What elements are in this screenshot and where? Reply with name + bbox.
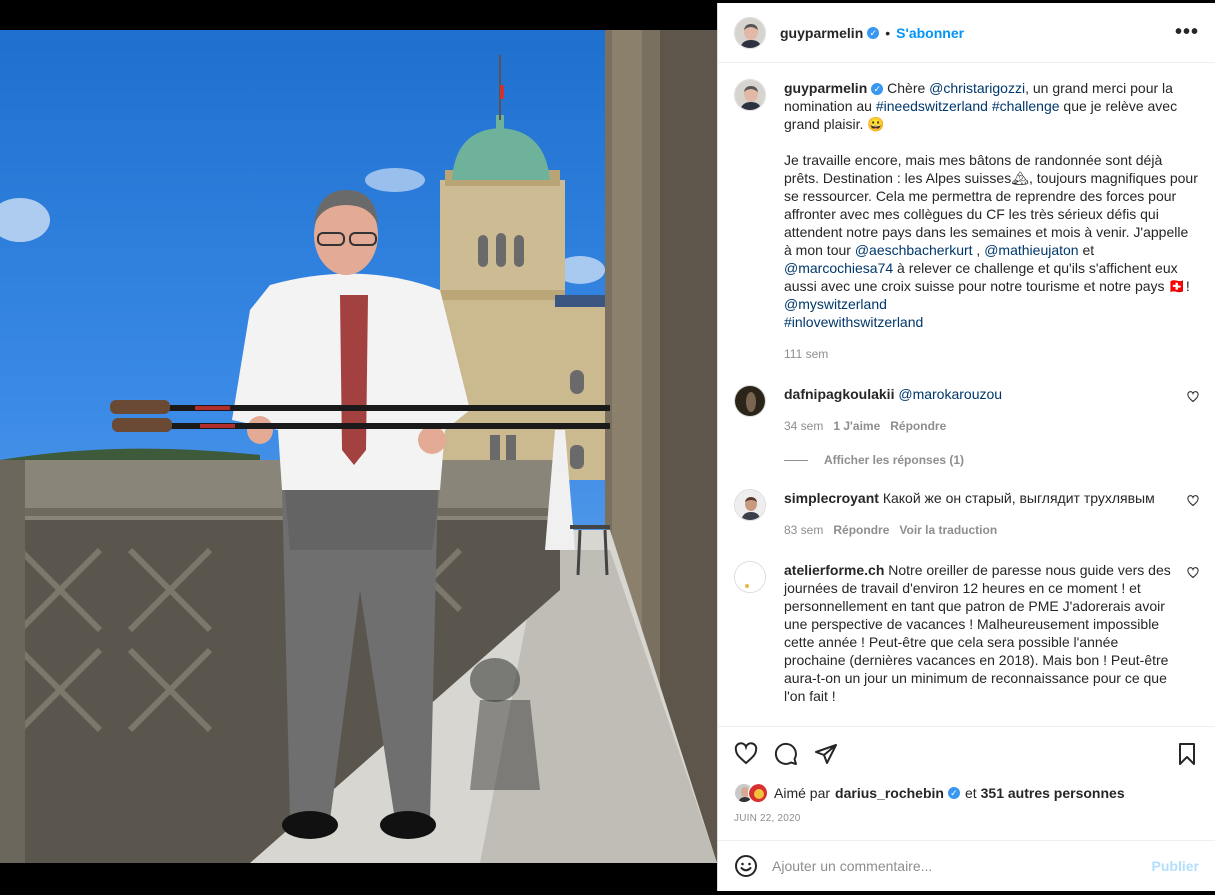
caption-timestamp[interactable]: 111 sem [784,345,1199,363]
post-actions: Aimé par darius_rochebin ✓ et 351 autres… [718,726,1215,840]
comment-item: dafnipagkoulakii @marokarouzou 34 sem 1 J… [734,385,1199,435]
comment-likes[interactable]: 1 J'aime [833,419,880,433]
post-photo[interactable] [0,30,717,863]
comment-item: atelierforme.ch Notre oreiller de paress… [734,561,1199,705]
avatar-image [735,386,765,416]
liked-by-user[interactable]: darius_rochebin [835,785,944,801]
reply-button[interactable]: Répondre [890,419,946,433]
commenter-username[interactable]: atelierforme.ch [784,562,884,578]
verified-badge-icon: ✓ [867,26,880,39]
hashtag-inlovewithswitzerland[interactable]: #inlovewithswitzerland [784,314,923,330]
view-replies-label: Afficher les réponses (1) [824,453,965,467]
comment-time[interactable]: 83 sem [784,523,823,537]
avatar-image [735,490,765,520]
caption: guyparmelin ✓ Chère @christarigozzi, un g… [734,79,1199,363]
comment-body: dafnipagkoulakii @marokarouzou 34 sem 1 J… [784,385,1199,435]
liked-by: Aimé par darius_rochebin ✓ et 351 autres… [734,783,1199,803]
comment-like-heart-icon[interactable] [1187,495,1199,507]
hashtag-challenge[interactable]: #challenge [992,98,1060,114]
action-icons [734,739,1199,769]
commenter-avatar[interactable] [734,489,766,521]
comment-time[interactable]: 34 sem [784,419,823,433]
avatar-image [735,80,765,110]
more-options-icon[interactable]: ••• [1175,21,1199,44]
reply-button[interactable]: Répondre [833,523,889,537]
avatar-image [749,784,767,802]
mention-mathieujaton[interactable]: @mathieujaton [984,242,1078,258]
comment-item: simplecroyant Какой же он старый, выгляд… [734,489,1199,539]
post-header: guyparmelin ✓ • S'abonner ••• [718,3,1215,63]
follow-button[interactable]: S'abonner [896,25,964,41]
verified-badge-icon: ✓ [871,83,884,96]
commenter-username[interactable]: simplecroyant [784,490,879,506]
comment-meta: 34 sem 1 J'aime Répondre [784,417,1171,435]
caption-paragraph-2: Je travaille encore, mais mes bâtons de … [784,151,1199,331]
post-date[interactable]: JUIN 22, 2020 [734,813,1199,824]
add-comment-bar: Publier [718,840,1215,891]
like-heart-icon[interactable] [734,742,758,766]
mention-christarigozzi[interactable]: @christarigozzi [929,80,1025,96]
liked-by-prefix: Aimé par [774,785,831,801]
verified-badge-icon: ✓ [947,787,960,799]
comment-input[interactable] [772,858,1152,874]
caption-paragraph-1: guyparmelin ✓ Chère @christarigozzi, un g… [784,79,1199,133]
comment-bubble-icon[interactable] [774,742,798,766]
commenter-username[interactable]: dafnipagkoulakii [784,386,894,402]
caption-text-6: et [1078,242,1095,258]
comment-like-heart-icon[interactable] [1187,391,1199,403]
save-bookmark-icon[interactable] [1175,742,1199,766]
comment-like-heart-icon[interactable] [1187,567,1199,579]
caption-author[interactable]: guyparmelin [784,80,867,96]
avatar-image [735,17,765,48]
avatar-image [735,562,765,592]
commenter-avatar[interactable] [734,385,766,417]
header-separator: • [885,24,891,41]
replies-divider [784,459,808,461]
liked-by-others[interactable]: 351 autres personnes [981,785,1125,801]
caption-text-1: Chère [887,80,930,96]
hashtag-ineedswitzerland[interactable]: #ineedswitzerland [876,98,988,114]
caption-text-5: , [972,242,985,258]
author-avatar[interactable] [734,16,766,49]
caption-author-avatar[interactable] [734,79,766,111]
comment-text: Какой же он старый, выглядит трухлявым [882,490,1155,506]
comment-text: Notre oreiller de paresse nous guide ver… [784,562,1171,704]
comments-scroll-area[interactable]: guyparmelin ✓ Chère @christarigozzi, un g… [718,63,1215,726]
photo-illustration [0,30,717,863]
view-replies-button[interactable]: Afficher les réponses (1) [784,453,1199,467]
share-paper-plane-icon[interactable] [814,742,838,766]
comment-mention[interactable]: @marokarouzou [898,386,1002,402]
publish-button[interactable]: Publier [1152,858,1199,874]
comment-body: atelierforme.ch Notre oreiller de paress… [784,561,1199,705]
caption-text: guyparmelin ✓ Chère @christarigozzi, un g… [784,79,1199,363]
comment-body: simplecroyant Какой же он старый, выгляд… [784,489,1199,539]
translate-button[interactable]: Voir la traduction [899,523,997,537]
liker-avatar[interactable] [748,783,768,803]
mention-aeschbacherkurt[interactable]: @aeschbacherkurt [855,242,973,258]
post-detail-panel: guyparmelin ✓ • S'abonner ••• guyparmeli… [717,3,1215,891]
author-username[interactable]: guyparmelin [780,25,863,41]
commenter-avatar[interactable] [734,561,766,593]
comment-meta: 83 sem Répondre Voir la traduction [784,521,1171,539]
mention-myswitzerland[interactable]: @myswitzerland [784,296,887,312]
smiley-icon[interactable] [734,854,758,878]
mention-marcochiesa74[interactable]: @marcochiesa74 [784,260,893,276]
liked-by-and: et [964,785,977,801]
